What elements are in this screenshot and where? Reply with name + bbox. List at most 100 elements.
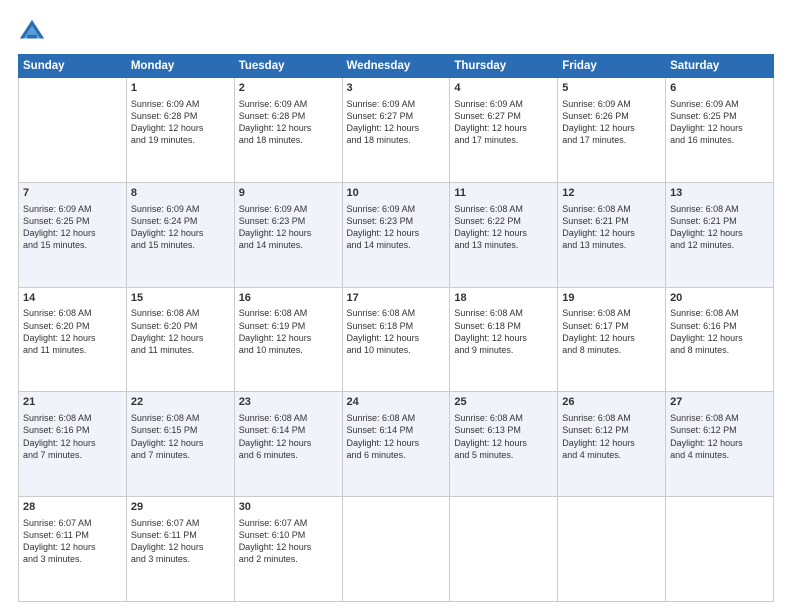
day-info-line: and 19 minutes. xyxy=(131,134,230,146)
day-info-line: Sunset: 6:14 PM xyxy=(239,424,338,436)
day-number: 3 xyxy=(347,81,446,96)
day-info-line: and 13 minutes. xyxy=(562,239,661,251)
day-info-line: Sunset: 6:13 PM xyxy=(454,424,553,436)
day-info-line: Daylight: 12 hours xyxy=(131,332,230,344)
day-info-line: Daylight: 12 hours xyxy=(562,227,661,239)
calendar-cell: 8Sunrise: 6:09 AMSunset: 6:24 PMDaylight… xyxy=(126,182,234,287)
day-info-line: Daylight: 12 hours xyxy=(670,437,769,449)
day-info-line: Sunrise: 6:09 AM xyxy=(347,203,446,215)
calendar-cell: 1 Sunrise: 6:09 AMSunset: 6:28 PMDaylight… xyxy=(126,78,234,183)
day-info-line: Sunrise: 6:08 AM xyxy=(239,307,338,319)
calendar-cell: 29Sunrise: 6:07 AMSunset: 6:11 PMDayligh… xyxy=(126,497,234,602)
calendar-cell: 11Sunrise: 6:08 AMSunset: 6:22 PMDayligh… xyxy=(450,182,558,287)
day-info-line: Sunset: 6:25 PM xyxy=(670,110,769,122)
calendar-cell: 5Sunrise: 6:09 AMSunset: 6:26 PMDaylight… xyxy=(558,78,666,183)
calendar-cell: 19Sunrise: 6:08 AMSunset: 6:17 PMDayligh… xyxy=(558,287,666,392)
calendar-cell: 9Sunrise: 6:09 AMSunset: 6:23 PMDaylight… xyxy=(234,182,342,287)
day-number: 12 xyxy=(562,186,661,201)
day-info-line: Sunrise: 6:09 AM xyxy=(239,203,338,215)
day-info-line: Sunset: 6:12 PM xyxy=(670,424,769,436)
calendar-cell: 6Sunrise: 6:09 AMSunset: 6:25 PMDaylight… xyxy=(666,78,774,183)
day-info-line: and 10 minutes. xyxy=(239,344,338,356)
day-info-line: and 6 minutes. xyxy=(239,449,338,461)
day-info-line: Sunrise: 6:08 AM xyxy=(131,307,230,319)
day-info-line: Daylight: 12 hours xyxy=(23,332,122,344)
day-number: 7 xyxy=(23,186,122,201)
day-info-line: Sunrise: 6:08 AM xyxy=(670,412,769,424)
day-info-line: Daylight: 12 hours xyxy=(239,437,338,449)
calendar-week-row: 1Sunrise: 6:09 AMSunset: 6:28 PMDaylight… xyxy=(19,78,774,183)
day-info-line: Daylight: 12 hours xyxy=(239,332,338,344)
day-number: 5 xyxy=(562,81,661,96)
day-info-line: Sunset: 6:12 PM xyxy=(562,424,661,436)
day-number: 29 xyxy=(131,500,230,515)
day-info-line: Sunset: 6:27 PM xyxy=(454,110,553,122)
day-info-line: Sunrise: 6:08 AM xyxy=(670,307,769,319)
logo xyxy=(18,18,50,46)
day-info-line: Sunset: 6:27 PM xyxy=(347,110,446,122)
day-info-line: Sunrise: 6:09 AM xyxy=(239,98,338,110)
day-info-line: and 12 minutes. xyxy=(670,239,769,251)
day-info-line: Sunrise: 6:08 AM xyxy=(670,203,769,215)
day-info-line: Sunset: 6:21 PM xyxy=(670,215,769,227)
day-info-line: and 9 minutes. xyxy=(454,344,553,356)
day-info-line: Sunrise: 6:08 AM xyxy=(23,412,122,424)
day-info-line: Sunrise: 6:08 AM xyxy=(454,307,553,319)
weekday-header-tuesday: Tuesday xyxy=(234,55,342,78)
weekday-header-sunday: Sunday xyxy=(19,55,127,78)
calendar-cell: 30Sunrise: 6:07 AMSunset: 6:10 PMDayligh… xyxy=(234,497,342,602)
calendar-cell xyxy=(558,497,666,602)
day-number: 6 xyxy=(670,81,769,96)
day-info-line: Sunset: 6:28 PM xyxy=(131,110,230,122)
day-info-line: and 18 minutes. xyxy=(239,134,338,146)
day-info-line: and 15 minutes. xyxy=(131,239,230,251)
day-info-line: and 8 minutes. xyxy=(670,344,769,356)
calendar-cell: 13Sunrise: 6:08 AMSunset: 6:21 PMDayligh… xyxy=(666,182,774,287)
day-info-line: Sunrise: 6:09 AM xyxy=(454,98,553,110)
day-info-line: Sunset: 6:23 PM xyxy=(347,215,446,227)
day-info-line: Daylight: 12 hours xyxy=(670,332,769,344)
day-info-line: Daylight: 12 hours xyxy=(562,332,661,344)
day-info-line: Daylight: 12 hours xyxy=(23,541,122,553)
day-number: 11 xyxy=(454,186,553,201)
calendar-cell: 15Sunrise: 6:08 AMSunset: 6:20 PMDayligh… xyxy=(126,287,234,392)
calendar-cell: 4Sunrise: 6:09 AMSunset: 6:27 PMDaylight… xyxy=(450,78,558,183)
day-info-line: Sunrise: 6:09 AM xyxy=(131,98,230,110)
calendar-cell: 27Sunrise: 6:08 AMSunset: 6:12 PMDayligh… xyxy=(666,392,774,497)
calendar-cell: 20Sunrise: 6:08 AMSunset: 6:16 PMDayligh… xyxy=(666,287,774,392)
calendar-cell: 24Sunrise: 6:08 AMSunset: 6:14 PMDayligh… xyxy=(342,392,450,497)
calendar-cell: 14Sunrise: 6:08 AMSunset: 6:20 PMDayligh… xyxy=(19,287,127,392)
calendar-cell: 21Sunrise: 6:08 AMSunset: 6:16 PMDayligh… xyxy=(19,392,127,497)
day-number: 18 xyxy=(454,291,553,306)
day-info-line: and 4 minutes. xyxy=(670,449,769,461)
day-info-line: Sunset: 6:28 PM xyxy=(239,110,338,122)
day-number: 17 xyxy=(347,291,446,306)
day-info-line: Sunset: 6:22 PM xyxy=(454,215,553,227)
weekday-header-row: SundayMondayTuesdayWednesdayThursdayFrid… xyxy=(19,55,774,78)
day-info-line: and 11 minutes. xyxy=(131,344,230,356)
day-info-line: Sunset: 6:16 PM xyxy=(23,424,122,436)
day-info-line: Sunset: 6:18 PM xyxy=(454,320,553,332)
day-info-line: and 7 minutes. xyxy=(131,449,230,461)
day-info-line: Daylight: 12 hours xyxy=(131,541,230,553)
day-info-line: Sunset: 6:25 PM xyxy=(23,215,122,227)
day-info-line: Daylight: 12 hours xyxy=(347,332,446,344)
day-number: 24 xyxy=(347,395,446,410)
day-info-line: Daylight: 12 hours xyxy=(131,227,230,239)
day-number: 1 xyxy=(131,81,230,96)
day-info-line: Daylight: 12 hours xyxy=(131,122,230,134)
day-info-line: and 3 minutes. xyxy=(23,553,122,565)
day-info-line: and 17 minutes. xyxy=(562,134,661,146)
day-number: 13 xyxy=(670,186,769,201)
day-info-line: and 6 minutes. xyxy=(347,449,446,461)
day-number: 10 xyxy=(347,186,446,201)
day-number: 8 xyxy=(131,186,230,201)
calendar-cell: 16Sunrise: 6:08 AMSunset: 6:19 PMDayligh… xyxy=(234,287,342,392)
day-info-line: Sunrise: 6:08 AM xyxy=(239,412,338,424)
day-info-line: Daylight: 12 hours xyxy=(23,227,122,239)
day-number: 19 xyxy=(562,291,661,306)
day-info-line: Sunset: 6:19 PM xyxy=(239,320,338,332)
day-info-line: Sunset: 6:23 PM xyxy=(239,215,338,227)
calendar-cell xyxy=(19,78,127,183)
day-info-line: Daylight: 12 hours xyxy=(347,227,446,239)
